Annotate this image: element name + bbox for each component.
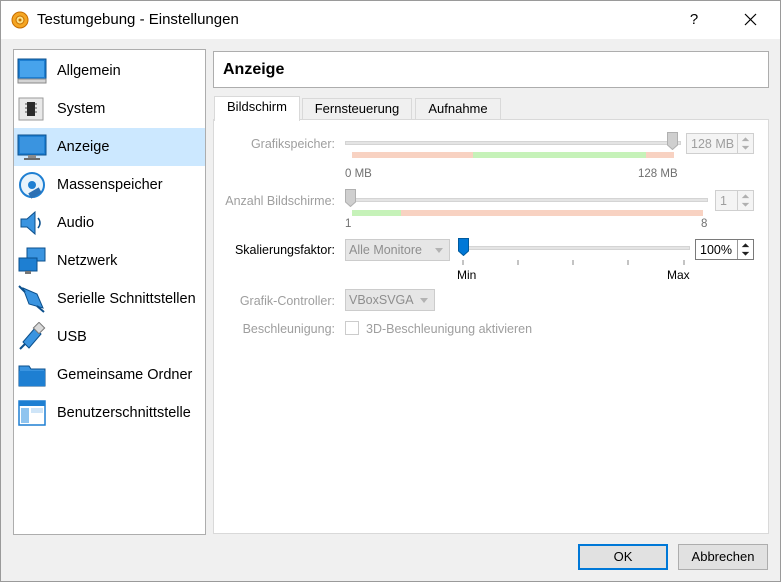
scale-monitor-select: Alle Monitore <box>345 239 450 261</box>
graphics-controller-value: VBoxSVGA <box>349 293 414 307</box>
video-memory-zone-green <box>473 152 646 158</box>
usb-icon <box>19 322 46 350</box>
video-memory-slider-thumb <box>667 132 678 150</box>
sidebar-item-label: Serielle Schnittstellen <box>57 291 196 307</box>
sidebar-item-netzwerk[interactable]: Netzwerk <box>14 242 205 280</box>
close-icon <box>744 13 757 26</box>
cancel-button[interactable]: Abbrechen <box>678 544 768 570</box>
sidebar-item-serielle-schnittstellen[interactable]: Serielle Schnittstellen <box>14 280 205 318</box>
monitor-count-spinbox: 1 <box>715 190 754 211</box>
monitor-count-zone-red <box>401 210 703 216</box>
user-interface-icon <box>18 400 46 426</box>
network-icon <box>18 247 46 274</box>
display-icon <box>17 134 47 160</box>
sidebar-item-allgemein[interactable]: Allgemein <box>14 52 205 90</box>
video-memory-value: 128 MB <box>691 137 735 151</box>
tab-label: Aufnahme <box>428 101 488 116</box>
tab-bildschirm[interactable]: Bildschirm <box>214 96 300 121</box>
sidebar-item-label: Audio <box>57 215 95 231</box>
sidebar-item-label: Gemeinsame Ordner <box>57 367 193 383</box>
sidebar-item-label: USB <box>57 329 87 345</box>
settings-dialog: Testumgebung - Einstellungen ? Allgemein <box>0 0 781 582</box>
scale-factor-ticks <box>462 260 685 265</box>
sidebar-item-label: System <box>57 101 106 117</box>
chevron-down-icon <box>420 298 428 303</box>
scale-factor-value: 100% <box>700 243 732 257</box>
scale-monitor-value: Alle Monitore <box>349 243 422 257</box>
system-icon <box>18 97 44 121</box>
serial-port-icon <box>18 285 45 313</box>
video-memory-zone-red-high <box>646 152 674 158</box>
title-bar: Testumgebung - Einstellungen ? <box>1 1 780 39</box>
sidebar-item-label: Benutzerschnittstelle <box>57 405 191 421</box>
sidebar-item-audio[interactable]: Audio <box>14 204 205 242</box>
monitor-count-label: Anzahl Bildschirme: <box>225 194 335 208</box>
monitor-count-max-label: 8 <box>701 218 708 230</box>
scale-factor-slider[interactable] <box>458 246 690 250</box>
help-button[interactable]: ? <box>671 1 717 39</box>
sidebar-item-gemeinsame-ordner[interactable]: Gemeinsame Ordner <box>14 356 205 394</box>
monitor-count-zone-green <box>352 210 401 216</box>
scale-factor-label: Skalierungsfaktor: <box>234 243 335 257</box>
graphics-controller-select: VBoxSVGA <box>345 289 435 311</box>
video-memory-spinbox: 128 MB <box>686 133 754 154</box>
tab-label: Fernsteuerung <box>314 101 400 116</box>
sidebar-item-usb[interactable]: USB <box>14 318 205 356</box>
acceleration-checkbox <box>345 321 359 335</box>
ok-button[interactable]: OK <box>578 544 668 570</box>
app-logo-icon <box>11 11 29 29</box>
acceleration-checkbox-label: 3D-Beschleunigung aktivieren <box>366 322 533 336</box>
tab-fernsteuerung[interactable]: Fernsteuerung <box>302 98 412 120</box>
spin-arrows-icon <box>737 191 750 210</box>
graphics-controller-label: Grafik-Controller: <box>239 294 335 308</box>
scale-factor-min-label: Min <box>457 268 477 282</box>
shared-folder-icon <box>18 365 46 387</box>
sidebar-item-anzeige[interactable]: Anzeige <box>14 128 205 166</box>
section-title: Anzeige <box>223 61 285 78</box>
monitor-count-slider <box>345 198 708 202</box>
scale-factor-slider-thumb[interactable] <box>458 238 469 256</box>
tab-aufnahme[interactable]: Aufnahme <box>415 98 501 120</box>
video-memory-label: Grafikspeicher: <box>250 137 335 151</box>
sidebar-item-label: Anzeige <box>57 139 110 155</box>
sidebar-item-massenspeicher[interactable]: Massenspeicher <box>14 166 205 204</box>
video-memory-min-label: 0 MB <box>345 168 372 180</box>
monitor-count-min-label: 1 <box>345 218 352 230</box>
storage-icon <box>19 172 45 199</box>
window-title: Testumgebung - Einstellungen <box>37 11 239 28</box>
sidebar-item-label: Netzwerk <box>57 253 118 269</box>
chevron-down-icon <box>435 248 443 253</box>
sidebar-item-system[interactable]: System <box>14 90 205 128</box>
close-button[interactable] <box>727 1 773 39</box>
video-memory-slider <box>345 141 681 145</box>
scale-factor-spinbox[interactable]: 100% <box>695 239 754 260</box>
audio-icon <box>20 210 41 236</box>
video-memory-max-label: 128 MB <box>638 168 678 180</box>
sidebar-item-label: Allgemein <box>57 63 121 79</box>
settings-sidebar: Allgemein System Anzeige Massenspeicher … <box>13 49 206 535</box>
spin-arrows-icon <box>737 134 750 153</box>
sidebar-item-benutzerschnittstelle[interactable]: Benutzerschnittstelle <box>14 394 205 432</box>
tab-label: Bildschirm <box>227 99 287 114</box>
monitor-count-value: 1 <box>720 194 727 208</box>
monitor-count-slider-thumb <box>345 189 356 207</box>
general-icon <box>17 58 47 84</box>
section-header: Anzeige <box>213 51 769 88</box>
spin-arrows-icon[interactable] <box>737 240 753 259</box>
scale-factor-max-label: Max <box>667 268 690 282</box>
sidebar-item-label: Massenspeicher <box>57 177 163 193</box>
video-memory-zone-red <box>352 152 473 158</box>
acceleration-label: Beschleunigung: <box>242 322 335 336</box>
